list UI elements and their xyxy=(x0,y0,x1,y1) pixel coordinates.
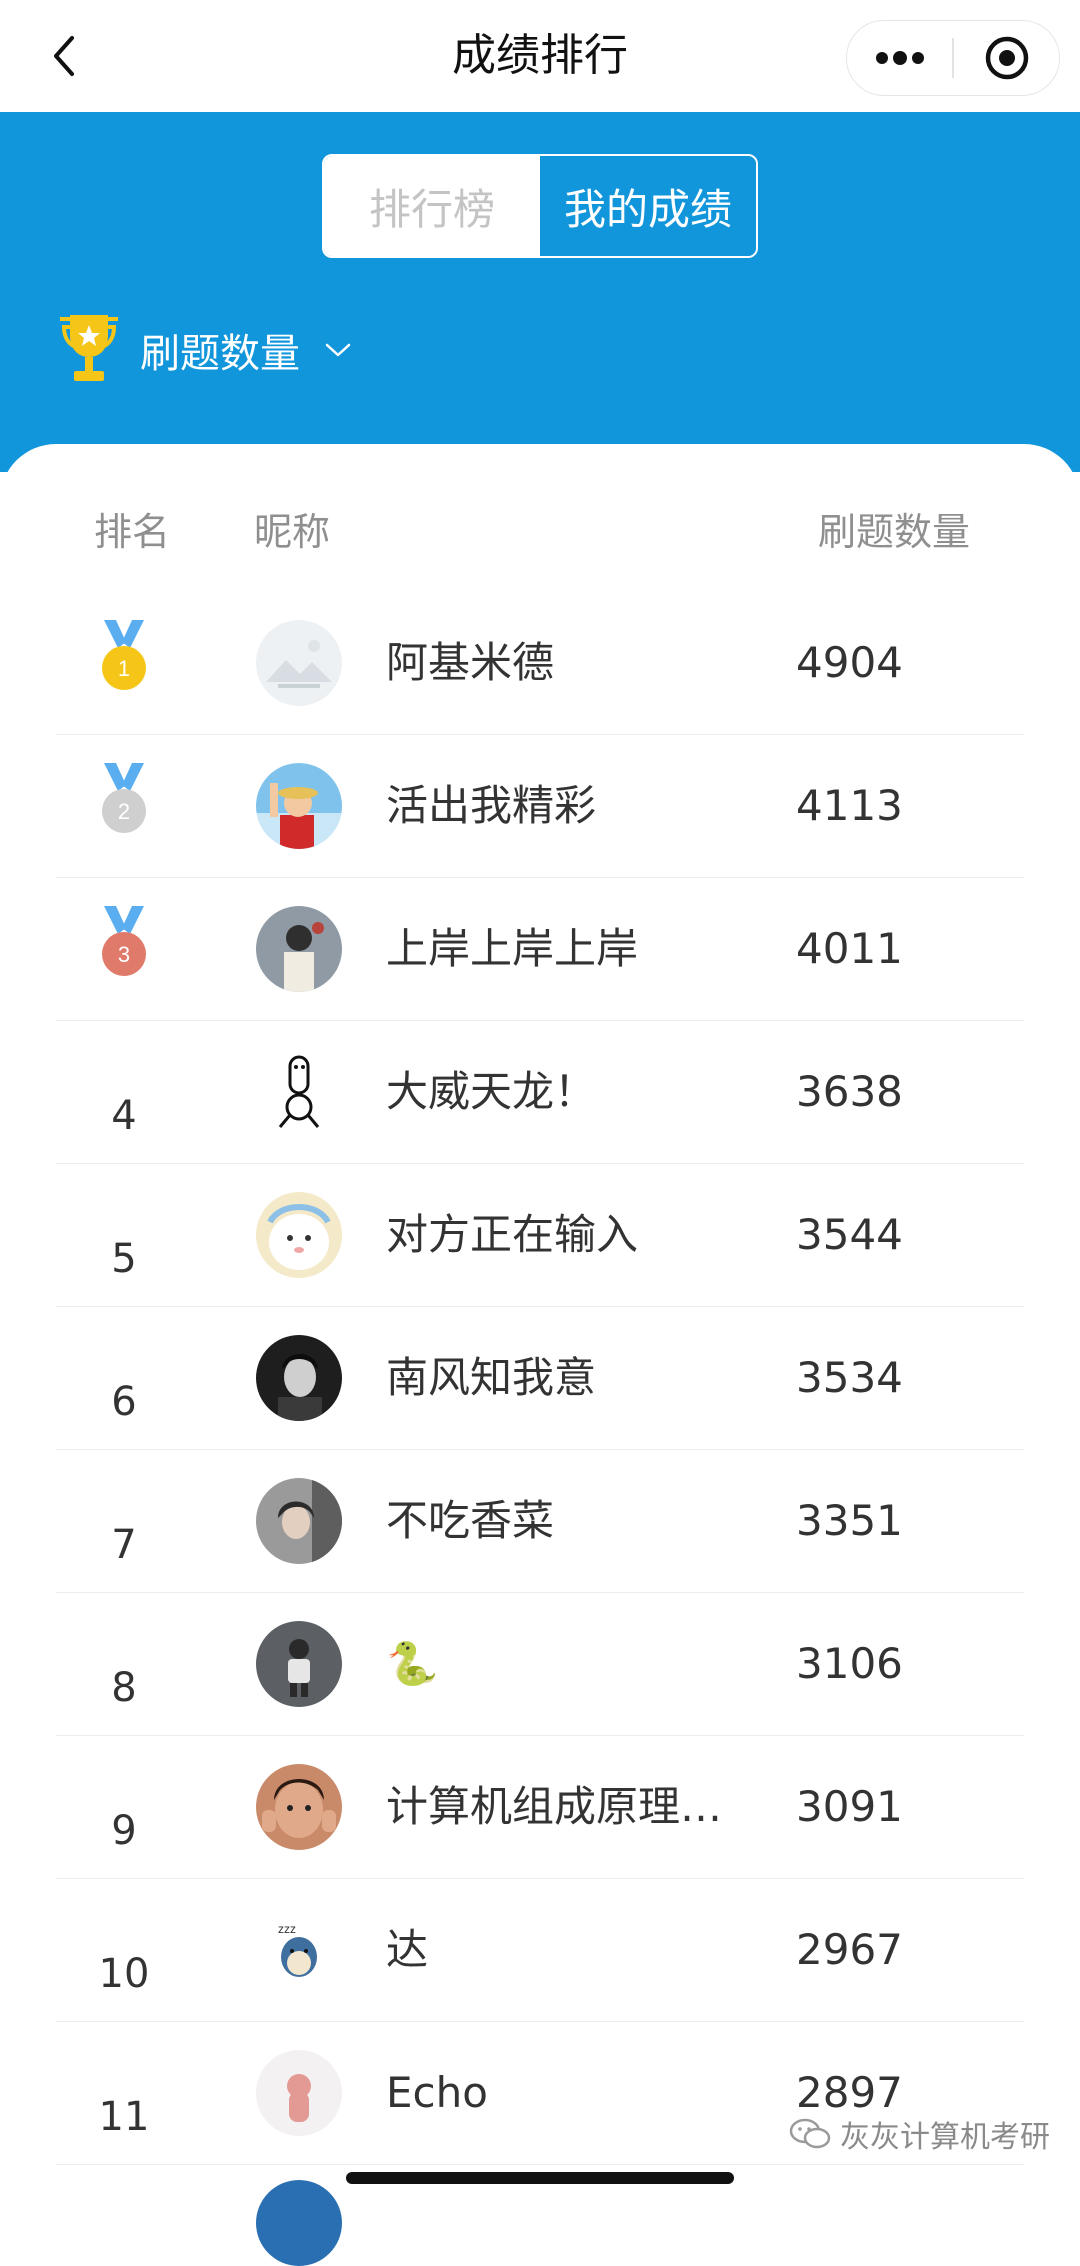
avatar: zzz xyxy=(256,1907,342,1993)
nickname: 🐍 xyxy=(386,1639,439,1688)
table-row[interactable]: 8 🐍 3106 xyxy=(0,1593,1080,1736)
avatar xyxy=(256,620,342,706)
target-circle-icon xyxy=(985,36,1028,80)
table-row[interactable]: 3 上岸上岸上岸 4011 xyxy=(0,878,1080,1021)
ranking-card: 排名 昵称 刷题数量 1 阿基米德 4904 2 活出我精彩 4113 3 上岸… xyxy=(0,444,1080,2266)
watermark: 灰灰计算机考研 xyxy=(788,2112,1050,2156)
column-header-nickname: 昵称 xyxy=(254,510,331,554)
table-row[interactable]: 7 不吃香菜 3351 xyxy=(0,1450,1080,1593)
question-count: 3544 xyxy=(796,1210,903,1259)
nickname: 阿基米德 xyxy=(386,638,555,687)
column-header-count: 刷题数量 xyxy=(818,510,971,554)
rank-number: 6 xyxy=(111,1379,137,1425)
metric-selector[interactable]: 刷题数量 xyxy=(54,310,352,390)
avatar xyxy=(256,1764,342,1850)
avatar xyxy=(256,1478,342,1564)
bronze-medal-icon: 3 xyxy=(102,906,146,976)
nickname: 不吃香菜 xyxy=(386,1496,555,1545)
more-button[interactable] xyxy=(847,21,952,95)
avatar xyxy=(256,1335,342,1421)
question-count: 3534 xyxy=(796,1353,903,1402)
svg-text:zzz: zzz xyxy=(278,1922,296,1936)
title-bar: 成绩排行 xyxy=(0,0,1080,112)
nickname: 活出我精彩 xyxy=(386,781,597,830)
avatar xyxy=(256,1621,342,1707)
metric-label: 刷题数量 xyxy=(140,331,300,377)
watermark-text: 灰灰计算机考研 xyxy=(840,2120,1050,2155)
rank-number: 11 xyxy=(98,2094,150,2140)
table-row[interactable]: 1 阿基米德 4904 xyxy=(0,592,1080,735)
rank-number: 5 xyxy=(111,1236,137,1282)
svg-text:3: 3 xyxy=(118,942,130,967)
question-count: 2967 xyxy=(796,1925,903,1974)
question-count: 4011 xyxy=(796,924,903,973)
gold-medal-icon: 1 xyxy=(102,620,146,690)
rank-number: 9 xyxy=(111,1808,137,1854)
rank-number: 10 xyxy=(98,1951,150,1997)
rank-number: 8 xyxy=(111,1665,137,1711)
table-row[interactable]: 2 活出我精彩 4113 xyxy=(0,735,1080,878)
table-row[interactable]: 6 南风知我意 3534 xyxy=(0,1307,1080,1450)
table-row[interactable]: 9 计算机组成原理… 3091 xyxy=(0,1736,1080,1879)
nickname: 计算机组成原理… xyxy=(386,1782,723,1831)
nickname: 大威天龙！ xyxy=(386,1067,597,1116)
nickname: 达 xyxy=(386,1925,429,1974)
table-row[interactable]: 10 zzz 达 2967 xyxy=(0,1879,1080,2022)
tab-switcher: 排行榜 我的成绩 xyxy=(322,154,758,258)
avatar xyxy=(256,1192,342,1278)
avatar xyxy=(256,763,342,849)
nickname: 南风知我意 xyxy=(386,1353,597,1402)
wechat-icon xyxy=(789,2118,831,2149)
table-row[interactable]: 4 大威天龙！ 3638 xyxy=(0,1021,1080,1164)
avatar-partial xyxy=(256,2180,342,2266)
question-count: 4904 xyxy=(796,638,903,687)
home-indicator[interactable] xyxy=(346,2172,734,2184)
avatar xyxy=(256,1049,342,1135)
svg-text:1: 1 xyxy=(118,656,130,681)
ranking-list: 1 阿基米德 4904 2 活出我精彩 4113 3 上岸上岸上岸 4011 4… xyxy=(0,592,1080,2165)
header-banner: 排行榜 我的成绩 刷题数量 xyxy=(0,112,1080,472)
nickname: Echo xyxy=(386,2068,488,2117)
silver-medal-icon: 2 xyxy=(102,763,146,833)
avatar xyxy=(256,2050,342,2136)
question-count: 4113 xyxy=(796,781,903,830)
tab-my-score[interactable]: 我的成绩 xyxy=(540,156,756,256)
svg-text:2: 2 xyxy=(118,799,130,824)
nickname: 上岸上岸上岸 xyxy=(386,924,639,973)
column-header-rank: 排名 xyxy=(94,510,171,554)
nickname: 对方正在输入 xyxy=(386,1210,639,1259)
mini-program-capsule xyxy=(846,20,1060,96)
question-count: 3351 xyxy=(796,1496,903,1545)
trophy-icon xyxy=(60,315,118,381)
question-count: 3638 xyxy=(796,1067,903,1116)
close-button[interactable] xyxy=(954,21,1059,95)
table-row[interactable]: 5 对方正在输入 3544 xyxy=(0,1164,1080,1307)
chevron-down-icon xyxy=(325,343,351,357)
question-count: 3106 xyxy=(796,1639,903,1688)
question-count: 3091 xyxy=(796,1782,903,1831)
avatar xyxy=(256,906,342,992)
rank-number: 7 xyxy=(111,1522,137,1568)
tab-ranking[interactable]: 排行榜 xyxy=(324,156,540,256)
more-dots-icon xyxy=(875,51,924,65)
rank-number: 4 xyxy=(111,1093,137,1139)
